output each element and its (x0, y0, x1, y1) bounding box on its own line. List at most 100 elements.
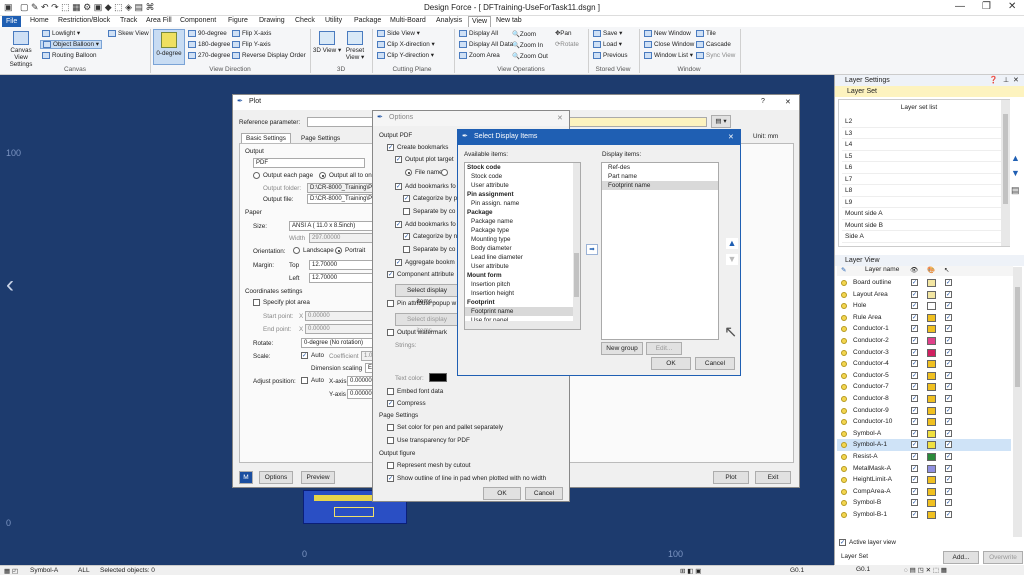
grid-status-1[interactable]: G0.1 (790, 567, 804, 574)
menu-drawing[interactable]: Drawing (259, 17, 285, 24)
layer-row[interactable]: Resist-A ✓ ✓ (837, 451, 1011, 463)
layer-active-dot-icon[interactable] (841, 349, 847, 356)
layer-active-dot-icon[interactable] (841, 384, 847, 391)
visibility-checkbox[interactable]: ✓ (911, 290, 918, 298)
layer-row[interactable]: Board outline ✓ ✓ (837, 277, 1011, 289)
selectable-checkbox[interactable]: ✓ (945, 406, 952, 414)
specify-plot-area-checkbox[interactable]: Specify plot area (253, 299, 310, 306)
output-format-select[interactable]: PDF (253, 158, 365, 168)
minimize-icon[interactable]: — (955, 1, 965, 12)
layer-row[interactable]: Conductor-4 ✓ ✓ (837, 358, 1011, 370)
layer-color-swatch[interactable] (927, 360, 936, 369)
zoom-area-button[interactable]: Zoom Area (459, 52, 500, 59)
visibility-checkbox[interactable]: ✓ (911, 279, 918, 286)
tile-button[interactable]: Tile (696, 30, 716, 37)
layer-active-dot-icon[interactable] (841, 454, 847, 460)
visibility-checkbox[interactable]: ✓ (911, 325, 918, 333)
layer-color-swatch[interactable] (927, 313, 936, 322)
canvas-view-settings-button[interactable]: Canvas View Settings (4, 29, 38, 68)
selectable-checkbox[interactable]: ✓ (945, 371, 952, 379)
selectable-checkbox[interactable]: ✓ (945, 360, 952, 368)
edit-button[interactable]: Edit... (646, 342, 682, 355)
aggregate-bookmarks-checkbox[interactable]: ✓ Aggregate bookm (395, 259, 455, 266)
help-icon[interactable]: ? (761, 98, 765, 105)
layer-row[interactable]: Symbol-B-1 ✓ ✓ (837, 509, 1011, 521)
portrait-radio[interactable]: Portrait (335, 247, 365, 254)
visibility-checkbox[interactable]: ✓ (911, 441, 918, 449)
menu-new-tab[interactable]: New tab (496, 17, 522, 24)
select-display-items-button-2[interactable]: Select display items... (395, 313, 459, 334)
reverse-display-order-button[interactable]: Reverse Display Order (232, 52, 306, 59)
layer-row[interactable]: Rule Area ✓ ✓ (837, 312, 1011, 324)
add-item-arrow-icon[interactable]: ➡ (586, 244, 598, 255)
skew-view-button[interactable]: Skew View (108, 30, 149, 37)
layer-color-swatch[interactable] (927, 337, 936, 345)
flip-y-button[interactable]: Flip Y-axis (232, 41, 271, 48)
layer-set-item[interactable]: L7 (842, 174, 1002, 185)
menu-check[interactable]: Check (295, 17, 315, 24)
display-item[interactable]: Ref-des (602, 163, 718, 172)
auto-adjust-checkbox[interactable]: Auto (301, 377, 324, 384)
layer-active-dot-icon[interactable] (841, 488, 847, 495)
visibility-checkbox[interactable]: ✓ (911, 313, 918, 321)
layer-row[interactable]: Conductor-9 ✓ ✓ (837, 405, 1011, 417)
reference-menu-button[interactable]: ▤ ▾ (711, 115, 731, 128)
display-items-list[interactable]: Ref-des Part name Footprint name (601, 162, 719, 340)
layer-set-tab[interactable]: Layer Set (835, 86, 1024, 97)
layer-set-item[interactable]: L8 (842, 185, 1002, 197)
layer-set-item[interactable]: Mount side A (842, 208, 1002, 220)
options-cancel-button[interactable]: Cancel (525, 487, 563, 500)
select-items-cancel-button[interactable]: Cancel (695, 357, 735, 370)
selectable-checkbox[interactable]: ✓ (945, 337, 952, 344)
move-down-arrow-icon[interactable]: ▼ (726, 254, 738, 265)
selectable-checkbox[interactable]: ✓ (945, 348, 952, 356)
close-window-button[interactable]: Close Window (644, 41, 694, 48)
tab-page-settings[interactable]: Page Settings (297, 134, 344, 143)
filter-status[interactable]: ALL (78, 567, 90, 574)
show-outline-checkbox[interactable]: ✓ Show outline of line in pad when plotte… (387, 475, 546, 482)
layer-color-swatch[interactable] (927, 406, 936, 415)
menu-component[interactable]: Component (180, 17, 216, 24)
help-manual-icon[interactable]: M (239, 471, 253, 484)
exit-button[interactable]: Exit (755, 471, 791, 484)
new-group-button[interactable]: New group (601, 342, 643, 355)
layer-row[interactable]: MetalMask-A ✓ ✓ (837, 463, 1011, 475)
menu-home[interactable]: Home (30, 17, 49, 24)
layer-color-swatch[interactable] (927, 429, 936, 438)
represent-mesh-checkbox[interactable]: Represent mesh by cutout (387, 462, 471, 469)
menu-track[interactable]: Track (120, 17, 137, 24)
menu-restriction-block[interactable]: Restriction/Block (58, 17, 110, 24)
display-all-data-button[interactable]: Display All Data (459, 41, 513, 48)
layer-active-dot-icon[interactable] (841, 407, 847, 414)
end-x-input[interactable]: 0.00000 (305, 324, 373, 334)
reference-parameter-input[interactable] (307, 117, 373, 127)
layer-active-dot-icon[interactable] (841, 326, 847, 333)
plot-button[interactable]: Plot (713, 471, 749, 484)
layer-row[interactable]: Conductor-1 ✓ ✓ (837, 323, 1011, 335)
start-x-input[interactable]: 0.00000 (305, 311, 373, 321)
select-display-items-button-1[interactable]: Select display items... (395, 284, 459, 305)
available-item[interactable]: Lead line diameter (465, 253, 580, 262)
layer-active-dot-icon[interactable] (841, 396, 847, 402)
layer-set-scrollbar[interactable] (1001, 100, 1010, 246)
layer-set-up-icon[interactable]: ▲ (1011, 153, 1020, 163)
visibility-checkbox[interactable]: ✓ (911, 418, 918, 426)
layer-active-dot-icon[interactable] (841, 500, 847, 507)
selectable-checkbox[interactable]: ✓ (945, 325, 952, 333)
set-color-checkbox[interactable]: Set color for pen and pallet separately (387, 424, 503, 431)
reference-parameter-extension[interactable] (569, 117, 707, 127)
x-axis-input[interactable]: 0.00000 (347, 376, 373, 386)
pin-attribute-popup-checkbox[interactable]: Pin attribute popup w (387, 300, 456, 307)
menu-view[interactable]: View (468, 16, 492, 27)
close-icon[interactable]: ✕ (728, 133, 734, 141)
new-window-button[interactable]: New Window (644, 30, 691, 37)
restore-icon[interactable]: ❐ (982, 1, 991, 12)
selectable-checkbox[interactable]: ✓ (945, 453, 952, 460)
layer-color-swatch[interactable] (927, 453, 936, 461)
add-bookmarks-checkbox-2[interactable]: ✓ Add bookmarks fo (395, 221, 456, 228)
side-view-button[interactable]: Side View ▾ (377, 30, 420, 37)
layer-set-item[interactable]: L6 (842, 162, 1002, 174)
layer-active-dot-icon[interactable] (841, 477, 847, 484)
output-file-input[interactable]: D:\CR-8000_Training\P (307, 194, 373, 204)
visibility-checkbox[interactable]: ✓ (911, 383, 918, 391)
